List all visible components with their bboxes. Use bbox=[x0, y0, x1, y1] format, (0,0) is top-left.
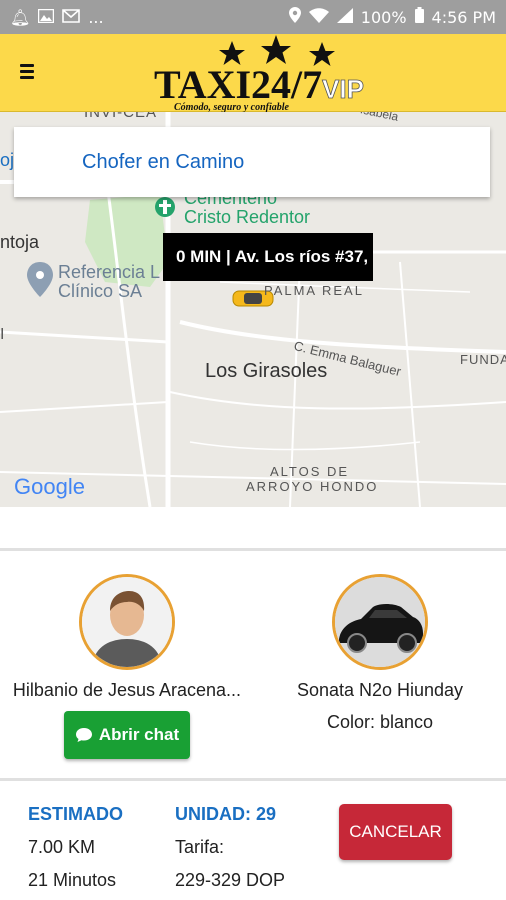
map-label-invi: INVI-CEA bbox=[84, 112, 158, 121]
map-label-referencia: Referencia L bbox=[58, 262, 161, 282]
driver-status-card: Chofer en Camino bbox=[14, 127, 490, 197]
driver-avatar bbox=[79, 574, 175, 670]
unit-title: UNIDAD: 29 bbox=[175, 804, 277, 824]
cancel-button[interactable]: CANCELAR bbox=[339, 804, 452, 860]
eta-tooltip: 0 MIN | Av. Los ríos #37, bbox=[163, 233, 373, 281]
map-label-i: I bbox=[0, 326, 5, 343]
estimate-duration: 21 Minutos bbox=[28, 870, 117, 890]
status-bar-left: 🔔︎ ... bbox=[10, 8, 104, 27]
map-label-clinico: Clínico SA bbox=[58, 281, 143, 301]
vehicle-section: Sonata N2o Hiunday bbox=[290, 574, 470, 701]
wifi-icon bbox=[308, 7, 329, 27]
vehicle-model: Sonata N2o Hiunday bbox=[296, 680, 464, 700]
status-bar: 🔔︎ ... 100% 4:56 PM bbox=[0, 0, 506, 34]
eta-text: 0 MIN | Av. Los ríos #37, bbox=[176, 247, 369, 266]
fare-value: 229-329 DOP bbox=[175, 870, 286, 890]
map-label-altos-de: ALTOS DE bbox=[270, 464, 350, 479]
cancel-label: CANCELAR bbox=[349, 822, 442, 841]
google-logo: Google bbox=[14, 474, 85, 499]
estimate-distance: 7.00 KM bbox=[28, 837, 96, 857]
signal-icon bbox=[336, 7, 353, 27]
divider-bottom bbox=[0, 778, 506, 781]
map-label-oj: oj bbox=[0, 150, 15, 170]
estimate-title: ESTIMADO bbox=[28, 804, 124, 824]
map-label-cristo-redentor: Cristo Redentor bbox=[184, 207, 311, 227]
car-icon bbox=[335, 577, 425, 667]
battery-percent: 100% bbox=[360, 7, 407, 27]
location-pin-icon bbox=[288, 7, 301, 27]
driver-section: Hilbanio de Jesus Aracena... bbox=[0, 574, 254, 701]
hamburger-menu-icon[interactable] bbox=[20, 56, 42, 86]
app-logo: TAXI24/7 VIP Cómodo, seguro y confiable bbox=[154, 35, 364, 112]
driver-status-text: Chofer en Camino bbox=[82, 150, 245, 173]
logo-tagline: Cómodo, seguro y confiable bbox=[174, 102, 290, 112]
logo-text: TAXI24/7 bbox=[154, 62, 322, 107]
map-label-arroyo-hondo: ARROYO HONDO bbox=[246, 479, 379, 494]
person-icon bbox=[82, 577, 172, 667]
logo-vip: VIP bbox=[322, 74, 364, 104]
status-bar-right: 100% 4:56 PM bbox=[288, 7, 496, 27]
app-header: TAXI24/7 VIP Cómodo, seguro y confiable bbox=[0, 34, 506, 112]
map-label-los-girasoles: Los Girasoles bbox=[205, 360, 328, 382]
unit-block: UNIDAD: 29 Tarifa: 229-329 DOP bbox=[175, 798, 285, 897]
map-label-ntoja: ntoja bbox=[0, 232, 40, 252]
estimate-block: ESTIMADO 7.00 KM 21 Minutos bbox=[28, 798, 123, 897]
vehicle-color: Color: blanco bbox=[326, 712, 434, 732]
vehicle-photo bbox=[332, 574, 428, 670]
battery-icon bbox=[414, 7, 424, 27]
fare-label: Tarifa: bbox=[175, 837, 225, 857]
map-label-funda: FUNDA bbox=[460, 352, 506, 367]
open-chat-label: Abrir chat bbox=[98, 725, 180, 744]
open-chat-button[interactable]: Abrir chat bbox=[64, 711, 190, 759]
image-icon bbox=[38, 8, 55, 27]
status-more: ... bbox=[88, 7, 104, 27]
notification-bell-icon: 🔔︎ bbox=[10, 7, 31, 27]
chat-bubble-icon bbox=[75, 728, 92, 742]
driver-name: Hilbanio de Jesus Aracena... bbox=[12, 680, 242, 700]
divider-top bbox=[0, 548, 506, 551]
clock: 4:56 PM bbox=[431, 7, 496, 27]
map-label-palma-real: PALMA REAL bbox=[264, 283, 364, 298]
gmail-icon bbox=[62, 8, 81, 27]
